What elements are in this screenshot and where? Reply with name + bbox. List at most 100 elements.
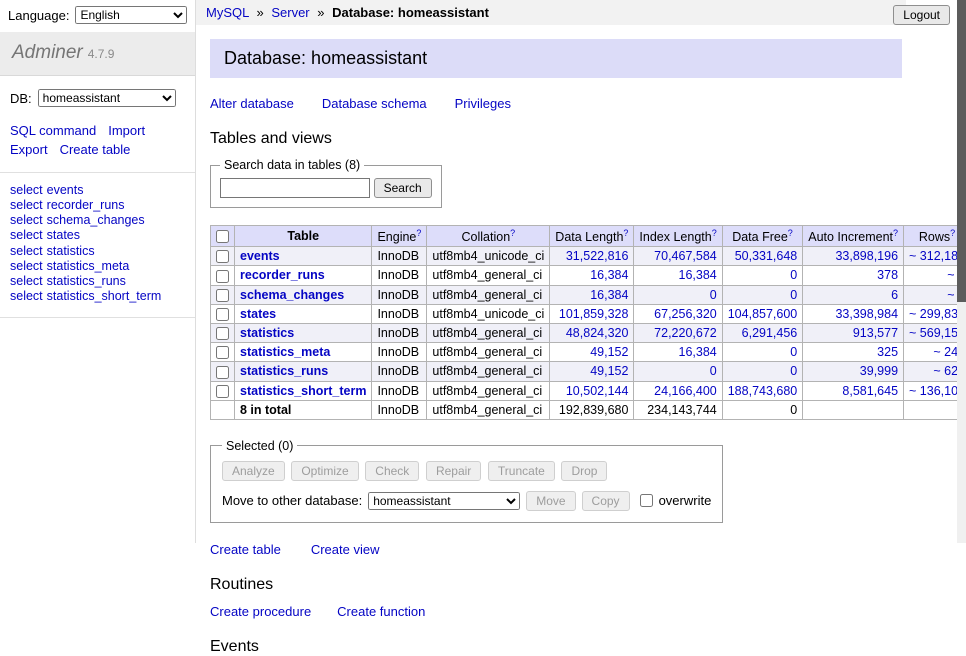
scrollbar[interactable] [957, 0, 966, 543]
index-length-link[interactable]: 72,220,672 [654, 326, 717, 340]
db-select[interactable]: homeassistant [38, 89, 176, 107]
data-length-link[interactable]: 16,384 [590, 288, 628, 302]
data-length-link[interactable]: 31,522,816 [566, 249, 629, 263]
alter-database-link[interactable]: Alter database [210, 96, 294, 111]
table-link[interactable]: statistics_runs [240, 364, 328, 378]
index-length-link[interactable]: 0 [710, 288, 717, 302]
move-button[interactable]: Move [526, 491, 575, 511]
language-select[interactable]: English [75, 6, 187, 24]
sidebar-link-create-table[interactable]: Create table [60, 142, 131, 157]
data-free-link[interactable]: 188,743,680 [728, 384, 798, 398]
select-link[interactable]: select [10, 244, 43, 258]
overwrite-checkbox[interactable] [640, 494, 653, 507]
truncate-button[interactable]: Truncate [488, 461, 555, 481]
sidebar-link-import[interactable]: Import [108, 123, 145, 138]
auto-increment-link[interactable]: 378 [877, 268, 898, 282]
auto-increment-link[interactable]: 33,898,196 [835, 249, 898, 263]
table-link[interactable]: recorder_runs [240, 268, 325, 282]
help-icon[interactable]: ? [416, 228, 421, 238]
create-table-link[interactable]: Create table [210, 542, 281, 557]
row-checkbox[interactable] [216, 308, 229, 321]
row-checkbox[interactable] [216, 327, 229, 340]
row-checkbox[interactable] [216, 270, 229, 283]
table-name-link[interactable]: statistics_short_term [47, 289, 162, 303]
database-schema-link[interactable]: Database schema [322, 96, 427, 111]
move-database-select[interactable]: homeassistant [368, 492, 520, 510]
row-checkbox[interactable] [216, 366, 229, 379]
select-link[interactable]: select [10, 259, 43, 273]
data-free-link[interactable]: 0 [790, 288, 797, 302]
sidebar-link-sql-command[interactable]: SQL command [10, 123, 96, 138]
select-link[interactable]: select [10, 183, 43, 197]
data-free-link[interactable]: 0 [790, 345, 797, 359]
index-length-link[interactable]: 70,467,584 [654, 249, 717, 263]
auto-increment-link[interactable]: 913,577 [853, 326, 898, 340]
row-checkbox[interactable] [216, 250, 229, 263]
table-name-link[interactable]: states [47, 228, 80, 242]
select-link[interactable]: select [10, 274, 43, 288]
auto-increment-link[interactable]: 39,999 [860, 364, 898, 378]
drop-button[interactable]: Drop [561, 461, 607, 481]
table-name-link[interactable]: schema_changes [47, 213, 145, 227]
row-checkbox[interactable] [216, 385, 229, 398]
logout-button[interactable]: Logout [893, 5, 950, 25]
data-length-link[interactable]: 16,384 [590, 268, 628, 282]
repair-button[interactable]: Repair [426, 461, 481, 481]
table-name-link[interactable]: statistics [47, 244, 95, 258]
data-free-link[interactable]: 104,857,600 [728, 307, 798, 321]
create-view-link[interactable]: Create view [311, 542, 380, 557]
breadcrumb-link-mysql[interactable]: MySQL [206, 5, 249, 20]
data-free-link[interactable]: 0 [790, 364, 797, 378]
data-length-link[interactable]: 49,152 [590, 345, 628, 359]
table-name-link[interactable]: recorder_runs [47, 198, 125, 212]
privileges-link[interactable]: Privileges [455, 96, 511, 111]
scrollbar-thumb[interactable] [957, 0, 966, 302]
help-icon[interactable]: ? [788, 228, 793, 238]
table-link[interactable]: statistics_short_term [240, 384, 366, 398]
analyze-button[interactable]: Analyze [222, 461, 285, 481]
auto-increment-link[interactable]: 6 [891, 288, 898, 302]
table-name-link[interactable]: statistics_meta [47, 259, 130, 273]
index-length-link[interactable]: 67,256,320 [654, 307, 717, 321]
data-length-link[interactable]: 48,824,320 [566, 326, 629, 340]
table-link[interactable]: statistics_meta [240, 345, 330, 359]
select-link[interactable]: select [10, 198, 43, 212]
check-button[interactable]: Check [365, 461, 419, 481]
index-length-link[interactable]: 0 [710, 364, 717, 378]
data-free-link[interactable]: 6,291,456 [742, 326, 798, 340]
help-icon[interactable]: ? [893, 228, 898, 238]
index-length-link[interactable]: 16,384 [679, 268, 717, 282]
auto-increment-link[interactable]: 33,398,984 [835, 307, 898, 321]
table-link[interactable]: schema_changes [240, 288, 344, 302]
help-icon[interactable]: ? [510, 228, 515, 238]
select-link[interactable]: select [10, 289, 43, 303]
breadcrumb-link-server[interactable]: Server [271, 5, 309, 20]
table-link[interactable]: events [240, 249, 280, 263]
help-icon[interactable]: ? [712, 228, 717, 238]
sidebar-link-export[interactable]: Export [10, 142, 48, 157]
row-checkbox[interactable] [216, 289, 229, 302]
data-length-link[interactable]: 49,152 [590, 364, 628, 378]
data-free-link[interactable]: 50,331,648 [735, 249, 798, 263]
row-checkbox[interactable] [216, 346, 229, 359]
table-link[interactable]: states [240, 307, 276, 321]
create-procedure-link[interactable]: Create procedure [210, 604, 311, 619]
auto-increment-link[interactable]: 325 [877, 345, 898, 359]
index-length-link[interactable]: 24,166,400 [654, 384, 717, 398]
table-link[interactable]: statistics [240, 326, 294, 340]
optimize-button[interactable]: Optimize [291, 461, 358, 481]
select-link[interactable]: select [10, 213, 43, 227]
auto-increment-link[interactable]: 8,581,645 [842, 384, 898, 398]
select-link[interactable]: select [10, 228, 43, 242]
copy-button[interactable]: Copy [582, 491, 630, 511]
search-button[interactable]: Search [374, 178, 432, 198]
search-input[interactable] [220, 178, 370, 198]
data-free-link[interactable]: 0 [790, 268, 797, 282]
table-name-link[interactable]: statistics_runs [47, 274, 126, 288]
data-length-link[interactable]: 101,859,328 [559, 307, 629, 321]
table-name-link[interactable]: events [47, 183, 84, 197]
data-length-link[interactable]: 10,502,144 [566, 384, 629, 398]
help-icon[interactable]: ? [623, 228, 628, 238]
help-icon[interactable]: ? [950, 228, 955, 238]
index-length-link[interactable]: 16,384 [679, 345, 717, 359]
